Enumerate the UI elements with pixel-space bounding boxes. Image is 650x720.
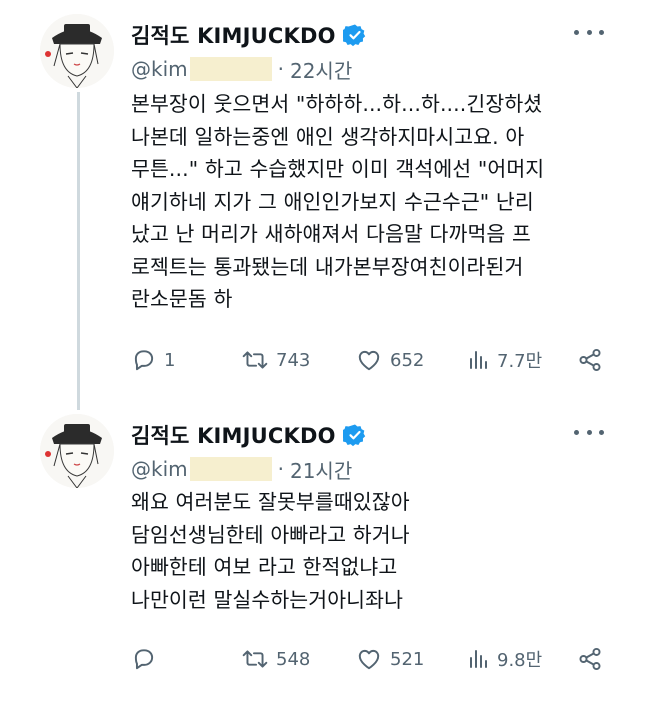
share-icon	[577, 646, 603, 672]
like-count: 652	[390, 349, 425, 371]
tweet-text: 왜요 여러분도 잘못부를때있잖아 담임선생님한테 아빠라고 하거나 아빠한테 여…	[131, 490, 410, 612]
action-bar: 1 743 652 7.7만	[131, 343, 611, 377]
timestamp[interactable]: 22시간	[290, 55, 352, 84]
handle[interactable]: @kim	[131, 457, 188, 481]
reply-icon	[131, 347, 157, 373]
separator-dot: ·	[277, 457, 284, 481]
share-button[interactable]	[577, 347, 603, 373]
view-count: 9.8만	[497, 650, 543, 671]
author-row: 김적도 KIMJUCKDO	[131, 418, 367, 452]
author-row: 김적도 KIMJUCKDO	[131, 18, 367, 52]
handle[interactable]: @kim	[131, 57, 188, 81]
views-chart-icon	[466, 347, 490, 373]
more-options-icon[interactable]	[574, 422, 604, 442]
redaction-block	[189, 457, 272, 481]
views-chart-icon	[466, 646, 490, 672]
redaction-block	[189, 57, 272, 81]
views-button[interactable]: 7.7만	[466, 347, 542, 373]
retweet-icon	[241, 347, 269, 373]
avatar[interactable]	[40, 414, 114, 488]
reply-icon	[131, 646, 157, 672]
retweet-count: 548	[276, 648, 311, 670]
views-button[interactable]: 9.8만	[466, 646, 542, 672]
meta-row: @kim · 22시간	[131, 54, 352, 84]
tweet-text: 본부장이 웃으면서 "하하하...하...하....긴장하셨 나본데 일하는중엔…	[131, 92, 545, 311]
verified-badge-icon	[340, 423, 367, 447]
retweet-button[interactable]: 548	[241, 646, 310, 672]
verified-badge-icon	[340, 23, 367, 47]
heart-icon	[355, 646, 383, 672]
like-button[interactable]: 521	[355, 646, 424, 672]
reply-button[interactable]	[131, 646, 164, 672]
reply-count: 1	[164, 349, 176, 371]
action-bar: 548 521 9.8만	[131, 642, 611, 676]
view-count: 7.7만	[497, 351, 543, 372]
tweet-thread: 김적도 KIMJUCKDO @kim · 22시간 본부장이 웃으면서 "하하하…	[0, 0, 650, 720]
share-button[interactable]	[577, 646, 603, 672]
display-name[interactable]: 김적도 KIMJUCKDO	[131, 420, 336, 450]
like-count: 521	[390, 648, 425, 670]
retweet-count: 743	[276, 349, 311, 371]
retweet-icon	[241, 646, 269, 672]
tweet-1[interactable]: 김적도 KIMJUCKDO @kim · 22시간 본부장이 웃으면서 "하하하…	[0, 0, 650, 400]
share-icon	[577, 347, 603, 373]
heart-icon	[355, 347, 383, 373]
timestamp[interactable]: 21시간	[290, 455, 352, 484]
more-options-icon[interactable]	[574, 22, 604, 42]
separator-dot: ·	[277, 57, 284, 81]
like-button[interactable]: 652	[355, 347, 424, 373]
reply-button[interactable]: 1	[131, 347, 175, 373]
tweet-2[interactable]: 김적도 KIMJUCKDO @kim · 21시간 왜요 여러분도 잘못부를때있…	[0, 400, 650, 720]
retweet-button[interactable]: 743	[241, 347, 310, 373]
avatar[interactable]	[40, 14, 114, 88]
meta-row: @kim · 21시간	[131, 454, 352, 484]
display-name[interactable]: 김적도 KIMJUCKDO	[131, 20, 336, 50]
